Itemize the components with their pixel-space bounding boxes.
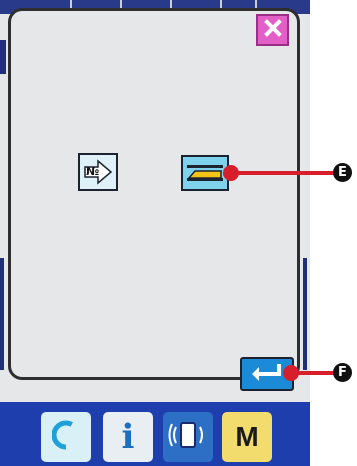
card-reader-button[interactable] <box>181 155 229 191</box>
mode-icon: M <box>235 421 259 452</box>
close-button[interactable] <box>256 14 289 46</box>
number-select-button[interactable]: № <box>78 153 118 191</box>
reset-icon <box>51 419 81 456</box>
info-button[interactable]: i <box>103 412 153 462</box>
number-label: № <box>86 165 100 178</box>
mode-button[interactable]: M <box>222 412 272 462</box>
background-edge <box>0 258 4 370</box>
enter-icon <box>249 361 285 388</box>
background-edge <box>303 258 307 370</box>
communication-icon <box>168 418 208 457</box>
callout-e-line <box>230 171 336 175</box>
bottom-bar: i M <box>0 402 310 466</box>
panel-screen: i M № <box>0 0 310 466</box>
reader-selection-dialog <box>8 8 300 380</box>
callout-e-marker: E <box>333 163 352 182</box>
communication-button[interactable] <box>163 412 213 462</box>
info-icon: i <box>121 417 135 457</box>
callout-f-marker: F <box>333 363 352 382</box>
callout-f-line <box>290 371 336 375</box>
close-icon <box>263 18 282 42</box>
card-reader-icon <box>183 157 227 194</box>
number-icon: № <box>83 159 113 185</box>
reset-button[interactable] <box>41 412 91 462</box>
background-edge <box>0 40 6 74</box>
